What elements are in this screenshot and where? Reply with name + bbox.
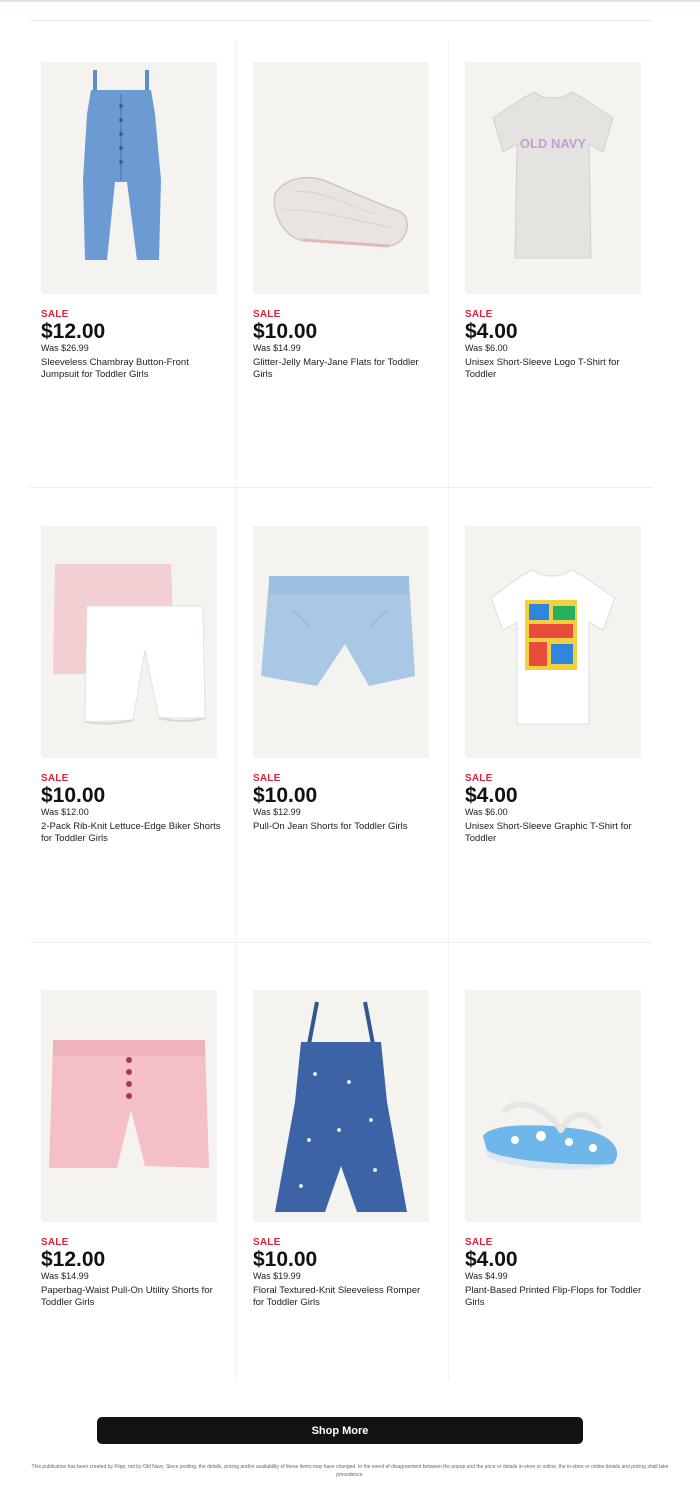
price: $12.00 <box>41 1248 106 1271</box>
was-price: Was $14.99 <box>41 1271 89 1281</box>
sale-label: SALE <box>41 309 69 320</box>
column-divider <box>236 40 237 1380</box>
sale-label: SALE <box>465 773 493 784</box>
price: $10.00 <box>253 1248 318 1271</box>
top-border <box>0 0 700 2</box>
product-title[interactable]: 2-Pack Rib-Knit Lettuce-Edge Biker Short… <box>41 821 221 844</box>
biker-shorts-image[interactable] <box>41 526 217 758</box>
product-card[interactable]: SALE $10.00 Was $14.99 Glitter-Jelly Mar… <box>253 62 431 380</box>
price: $4.00 <box>465 1248 518 1271</box>
sale-label: SALE <box>253 1237 281 1248</box>
row-divider <box>30 942 652 943</box>
product-card[interactable]: SALE $10.00 Was $19.99 Floral Textured-K… <box>253 990 431 1308</box>
product-title[interactable]: Sleeveless Chambray Button-Front Jumpsui… <box>41 357 221 380</box>
price: $10.00 <box>41 784 106 807</box>
jean-shorts-image[interactable] <box>253 526 429 758</box>
product-title[interactable]: Plant-Based Printed Flip-Flops for Toddl… <box>465 1285 645 1308</box>
product-title[interactable]: Unisex Short-Sleeve Graphic T-Shirt for … <box>465 821 645 844</box>
paperbag-shorts-image[interactable] <box>41 990 217 1222</box>
product-card[interactable]: OLD NAVY SALE $4.00 Was $6.00 Unisex Sho… <box>465 62 643 380</box>
product-card[interactable]: SALE $12.00 Was $14.99 Paperbag-Waist Pu… <box>41 990 219 1308</box>
sale-label: SALE <box>253 309 281 320</box>
sale-label: SALE <box>465 309 493 320</box>
column-divider <box>448 40 449 1380</box>
shirt-logo-text: OLD NAVY <box>520 136 587 151</box>
product-title[interactable]: Glitter-Jelly Mary-Jane Flats for Toddle… <box>253 357 433 380</box>
price: $4.00 <box>465 320 518 343</box>
price: $10.00 <box>253 320 318 343</box>
product-title[interactable]: Pull-On Jean Shorts for Toddler Girls <box>253 821 433 833</box>
disclaimer-text: This publication has been created by Fli… <box>31 1464 669 1478</box>
graphic-tshirt-image[interactable] <box>465 526 641 758</box>
product-card[interactable]: SALE $10.00 Was $12.99 Pull-On Jean Shor… <box>253 526 431 833</box>
was-price: Was $12.00 <box>41 807 89 817</box>
was-price: Was $14.99 <box>253 343 301 353</box>
was-price: Was $12.99 <box>253 807 301 817</box>
product-card[interactable]: SALE $4.00 Was $6.00 Unisex Short-Sleeve… <box>465 526 643 844</box>
sale-label: SALE <box>41 773 69 784</box>
flip-flops-image[interactable] <box>465 990 641 1222</box>
product-title[interactable]: Paperbag-Waist Pull-On Utility Shorts fo… <box>41 1285 221 1308</box>
was-price: Was $26.99 <box>41 343 89 353</box>
was-price: Was $4.99 <box>465 1271 508 1281</box>
jelly-shoe-image[interactable] <box>253 62 429 294</box>
romper-image[interactable] <box>253 990 429 1222</box>
product-title[interactable]: Floral Textured-Knit Sleeveless Romper f… <box>253 1285 433 1308</box>
sale-label: SALE <box>465 1237 493 1248</box>
sale-label: SALE <box>253 773 281 784</box>
product-card[interactable]: SALE $12.00 Was $26.99 Sleeveless Chambr… <box>41 62 219 380</box>
was-price: Was $6.00 <box>465 807 508 817</box>
sale-label: SALE <box>41 1237 69 1248</box>
product-card[interactable]: SALE $4.00 Was $4.99 Plant-Based Printed… <box>465 990 643 1308</box>
price: $12.00 <box>41 320 106 343</box>
logo-tshirt-image[interactable]: OLD NAVY <box>465 62 641 294</box>
product-card[interactable]: SALE $10.00 Was $12.00 2-Pack Rib-Knit L… <box>41 526 221 844</box>
price: $4.00 <box>465 784 518 807</box>
product-title[interactable]: Unisex Short-Sleeve Logo T-Shirt for Tod… <box>465 357 645 380</box>
was-price: Was $19.99 <box>253 1271 301 1281</box>
was-price: Was $6.00 <box>465 343 508 353</box>
jumpsuit-image[interactable] <box>41 62 217 294</box>
shop-more-button[interactable]: Shop More <box>97 1417 583 1444</box>
row-divider <box>30 487 652 488</box>
row-divider <box>30 20 652 21</box>
price: $10.00 <box>253 784 318 807</box>
